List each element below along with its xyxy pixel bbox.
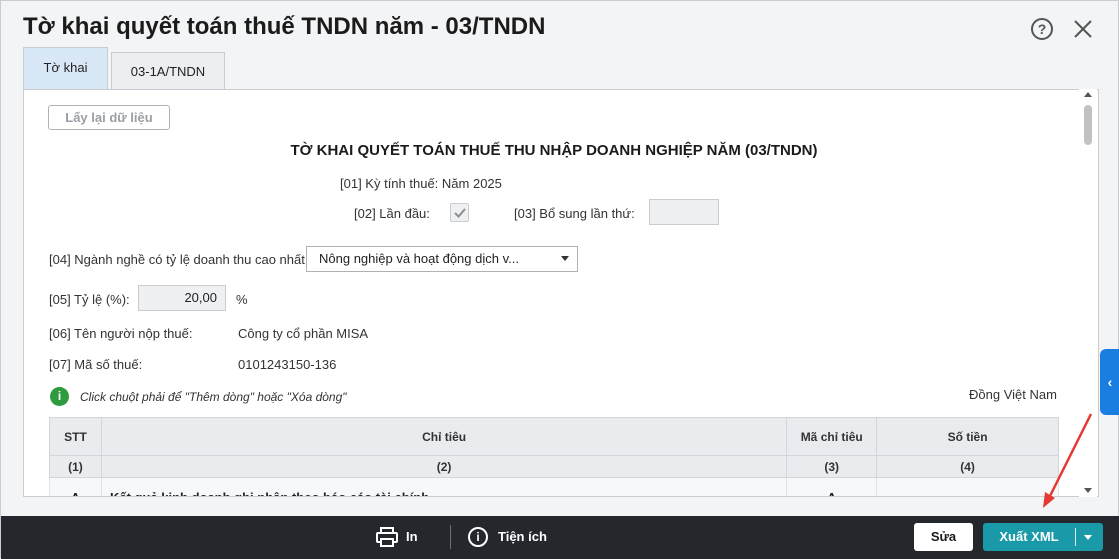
dialog-title: Tờ khai quyết toán thuế TNDN năm - 03/TN… xyxy=(23,13,546,40)
taxpayer-label: [06] Tên người nộp thuế: xyxy=(49,326,193,341)
utility-button[interactable]: Tiện ích xyxy=(498,529,547,544)
check-icon xyxy=(454,208,466,218)
scroll-down-icon[interactable] xyxy=(1084,488,1092,493)
row-amount[interactable] xyxy=(876,477,1059,496)
ratio-unit: % xyxy=(236,292,248,307)
close-icon[interactable] xyxy=(1071,17,1095,41)
chevron-down-icon[interactable] xyxy=(1084,535,1092,540)
info-icon: i xyxy=(50,387,69,406)
edit-button[interactable]: Sửa xyxy=(914,523,973,551)
reload-data-button[interactable]: Lấy lại dữ liệu xyxy=(48,105,170,130)
export-xml-label[interactable]: Xuất XML xyxy=(983,523,1075,551)
column-header-chi-tieu: Chỉ tiêu xyxy=(100,417,788,456)
column-header-ma-chi-tieu: Mã chỉ tiêu xyxy=(786,417,878,456)
printer-icon[interactable] xyxy=(376,527,398,552)
industry-label: [04] Ngành nghề có tỷ lệ doanh thu cao n… xyxy=(49,252,309,267)
column-number: (1) xyxy=(49,455,102,478)
taxcode-value: 0101243150-136 xyxy=(238,357,337,372)
column-header-so-tien: Số tiền xyxy=(876,417,1059,456)
ratio-input[interactable]: 20,00 xyxy=(138,285,226,311)
form-content: Lấy lại dữ liệu TỜ KHAI QUYẾT TOÁN THUẾ … xyxy=(23,89,1099,497)
tab-03-1a-tndn[interactable]: 03-1A/TNDN xyxy=(111,52,225,90)
print-button[interactable]: In xyxy=(406,529,418,544)
footer-toolbar: In i Tiện ích Sửa Xuất XML xyxy=(1,516,1119,559)
chevron-down-icon xyxy=(561,256,569,261)
row-name: Kết quả kinh doanh ghi nhận theo báo cáo… xyxy=(100,477,788,496)
column-header-stt: STT xyxy=(49,417,102,456)
industry-select-value: Nông nghiệp và hoạt động dịch v... xyxy=(319,251,519,266)
taxcode-label: [07] Mã số thuế: xyxy=(49,357,143,372)
help-icon[interactable]: ? xyxy=(1031,18,1053,40)
supplement-label: [03] Bổ sung lần thứ: xyxy=(514,206,635,221)
taxpayer-value: Công ty cổ phần MISA xyxy=(238,326,369,341)
industry-select[interactable]: Nông nghiệp và hoạt động dịch v... xyxy=(306,246,578,272)
side-panel-toggle[interactable]: ‹ xyxy=(1100,349,1119,415)
button-separator xyxy=(1075,528,1076,546)
column-number: (4) xyxy=(876,455,1059,478)
declaration-table: STT Chỉ tiêu Mã chỉ tiêu Số tiền (1) (2)… xyxy=(49,417,1059,496)
dialog-window: Tờ khai quyết toán thuế TNDN năm - 03/TN… xyxy=(0,0,1119,559)
vertical-scrollbar[interactable] xyxy=(1079,89,1097,497)
scroll-thumb[interactable] xyxy=(1084,105,1092,145)
footer-divider xyxy=(450,525,451,549)
first-time-label: [02] Lần đầu: xyxy=(354,206,430,221)
form-heading: TỜ KHAI QUYẾT TOÁN THUẾ THU NHẬP DOANH N… xyxy=(290,142,818,159)
currency-label: Đồng Việt Nam xyxy=(969,387,1057,402)
utility-icon[interactable]: i xyxy=(468,527,488,547)
context-menu-hint: Click chuột phải để "Thêm dòng" hoặc "Xó… xyxy=(80,390,347,404)
export-xml-button[interactable]: Xuất XML xyxy=(983,523,1103,551)
supplement-input[interactable] xyxy=(649,199,719,225)
ratio-label: [05] Tỷ lệ (%): xyxy=(49,292,130,307)
first-time-checkbox[interactable] xyxy=(450,203,469,222)
period-label: [01] Kỳ tính thuế: Năm 2025 xyxy=(340,176,502,191)
scroll-up-icon[interactable] xyxy=(1084,92,1092,97)
column-number: (3) xyxy=(786,455,878,478)
table-row[interactable]: A Kết quả kinh doanh ghi nhận theo báo c… xyxy=(49,477,1059,496)
column-number: (2) xyxy=(100,455,788,478)
tab-to-khai[interactable]: Tờ khai xyxy=(23,47,108,89)
row-stt: A xyxy=(49,477,102,496)
row-code: A xyxy=(786,477,878,496)
